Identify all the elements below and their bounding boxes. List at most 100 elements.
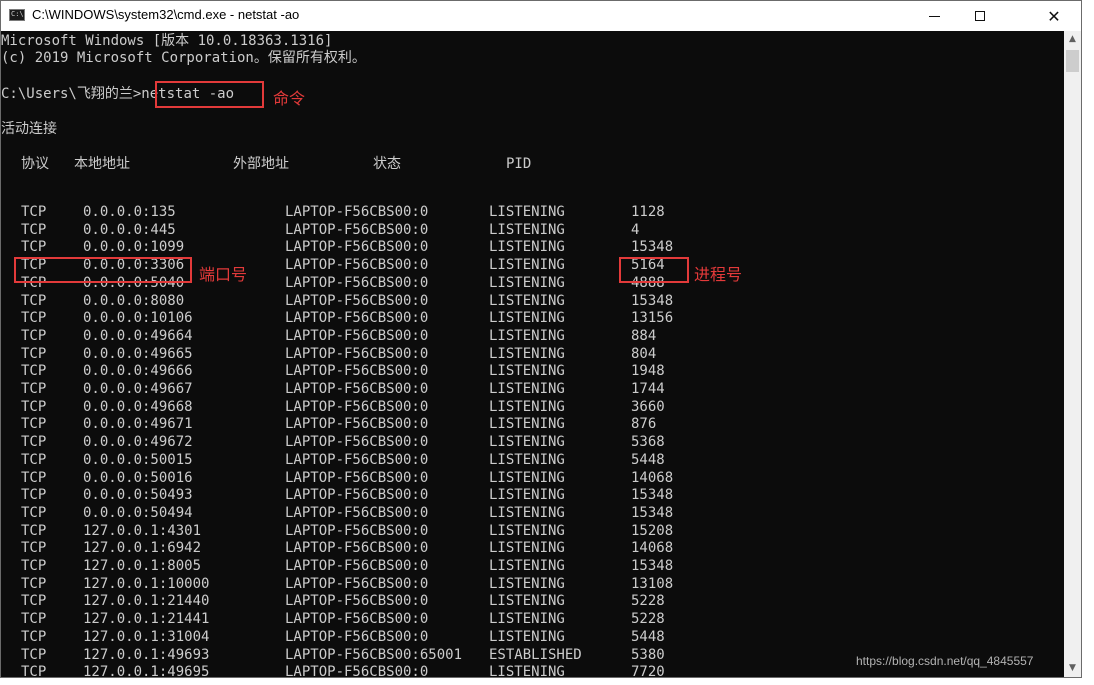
cell-local-address: 0.0.0.0:49665 [83,345,193,362]
cell-local-address: 0.0.0.0:49664 [83,327,193,344]
cell-state: ESTABLISHED [489,646,582,663]
cell-foreign-address: LAPTOP-F56CBS00:0 [285,381,429,397]
cell-state: LISTENING [489,381,565,397]
cell-pid: 15348 [631,487,674,504]
pid-highlight-box [619,257,689,283]
cell-protocol: TCP [21,646,47,663]
cell-local-address: 0.0.0.0:1099 [83,239,185,256]
cell-foreign-address: LAPTOP-F56CBS00:0 [285,487,429,504]
cell-state: LISTENING [489,593,565,610]
cell-protocol: TCP [21,522,47,539]
cell-state: LISTENING [489,522,565,539]
banner-line-2: (c) 2019 Microsoft Corporation。保留所有权利。 [1,50,366,66]
port-highlight-box [14,257,192,283]
cell-pid: 1744 [631,381,665,397]
pid-annotation: 进程号 [694,265,743,284]
cell-protocol: TCP [21,628,47,645]
scroll-down-arrow-icon[interactable]: ▼ [1064,660,1081,677]
maximize-button[interactable] [957,1,1003,31]
cell-foreign-address: LAPTOP-F56CBS00:0 [285,398,429,415]
cmd-app-icon[interactable]: C:\ [9,9,25,21]
cell-state: LISTENING [489,434,565,451]
cell-foreign-address: LAPTOP-F56CBS00:0 [285,664,429,677]
cell-local-address: 0.0.0.0:10106 [83,310,193,327]
cell-foreign-address: LAPTOP-F56CBS00:0 [285,345,429,362]
cell-state: LISTENING [489,416,565,433]
cell-state: LISTENING [489,204,565,220]
close-icon: ✕ [1047,6,1061,26]
cell-protocol: TCP [21,310,47,327]
cell-pid: 5368 [631,434,665,451]
cell-pid: 884 [631,327,657,344]
cell-local-address: 127.0.0.1:4301 [83,522,202,539]
cell-local-address: 0.0.0.0:50493 [83,487,193,504]
scroll-up-arrow-icon[interactable]: ▲ [1064,31,1081,48]
cell-local-address: 127.0.0.1:21441 [83,611,210,628]
cell-local-address: 127.0.0.1:10000 [83,575,210,592]
header-state: 状态 [373,156,401,172]
minimize-icon [928,15,940,17]
cell-pid: 804 [631,345,657,362]
cell-local-address: 0.0.0.0:445 [83,221,176,238]
cell-state: LISTENING [489,221,565,238]
cell-foreign-address: LAPTOP-F56CBS00:0 [285,274,429,291]
cell-pid: 7720 [631,664,665,677]
cell-foreign-address: LAPTOP-F56CBS00:0 [285,363,429,380]
cell-state: LISTENING [489,469,565,486]
cell-pid: 5448 [631,451,665,468]
cell-pid: 14068 [631,540,674,557]
minimize-button[interactable] [911,1,957,31]
cell-pid: 1948 [631,363,665,380]
cell-local-address: 0.0.0.0:49671 [83,416,193,433]
cell-foreign-address: LAPTOP-F56CBS00:0 [285,522,429,539]
cell-pid: 5448 [631,628,665,645]
cell-state: LISTENING [489,274,565,291]
close-button[interactable]: ✕ [1031,1,1077,31]
cell-local-address: 127.0.0.1:31004 [83,628,210,645]
cell-protocol: TCP [21,664,47,677]
header-foreign-address: 外部地址 [233,156,289,172]
cell-protocol: TCP [21,239,47,256]
cell-state: LISTENING [489,451,565,468]
cell-pid: 3660 [631,398,665,415]
banner-line-1: Microsoft Windows [版本 10.0.18363.1316] [1,33,333,49]
cell-foreign-address: LAPTOP-F56CBS00:0 [285,575,429,592]
cell-state: LISTENING [489,257,565,274]
cell-foreign-address: LAPTOP-F56CBS00:0 [285,434,429,451]
cell-state: LISTENING [489,558,565,574]
cell-pid: 5380 [631,646,665,663]
cell-pid: 13156 [631,310,674,327]
cell-state: LISTENING [489,664,565,677]
cell-foreign-address: LAPTOP-F56CBS00:0 [285,540,429,557]
cell-foreign-address: LAPTOP-F56CBS00:0 [285,327,429,344]
cell-foreign-address: LAPTOP-F56CBS00:0 [285,310,429,327]
console-output[interactable]: Microsoft Windows [版本 10.0.18363.1316] (… [1,31,1064,677]
cell-state: LISTENING [489,398,565,415]
window-title: C:\WINDOWS\system32\cmd.exe - netstat -a… [32,7,300,22]
vertical-scrollbar[interactable]: ▲ ▼ [1064,31,1081,677]
cell-foreign-address: LAPTOP-F56CBS00:0 [285,292,429,309]
cell-foreign-address: LAPTOP-F56CBS00:0 [285,416,429,433]
cell-foreign-address: LAPTOP-F56CBS00:0 [285,204,429,220]
cell-protocol: TCP [21,504,47,521]
cell-local-address: 127.0.0.1:6942 [83,540,202,557]
cell-protocol: TCP [21,611,47,628]
cell-pid: 5228 [631,611,665,628]
cell-state: LISTENING [489,363,565,380]
scroll-thumb[interactable] [1066,50,1079,72]
cell-protocol: TCP [21,292,47,309]
title-bar[interactable]: C:\ C:\WINDOWS\system32\cmd.exe - netsta… [1,1,1081,31]
cell-local-address: 0.0.0.0:135 [83,204,176,220]
cell-local-address: 0.0.0.0:49672 [83,434,193,451]
cell-protocol: TCP [21,381,47,397]
cell-state: LISTENING [489,575,565,592]
cell-state: LISTENING [489,628,565,645]
header-local-address: 本地地址 [74,156,130,172]
cell-pid: 15348 [631,558,674,574]
cell-local-address: 0.0.0.0:50016 [83,469,193,486]
cell-protocol: TCP [21,398,47,415]
cell-local-address: 0.0.0.0:50015 [83,451,193,468]
cell-pid: 14068 [631,469,674,486]
cell-foreign-address: LAPTOP-F56CBS00:0 [285,469,429,486]
cell-state: LISTENING [489,504,565,521]
